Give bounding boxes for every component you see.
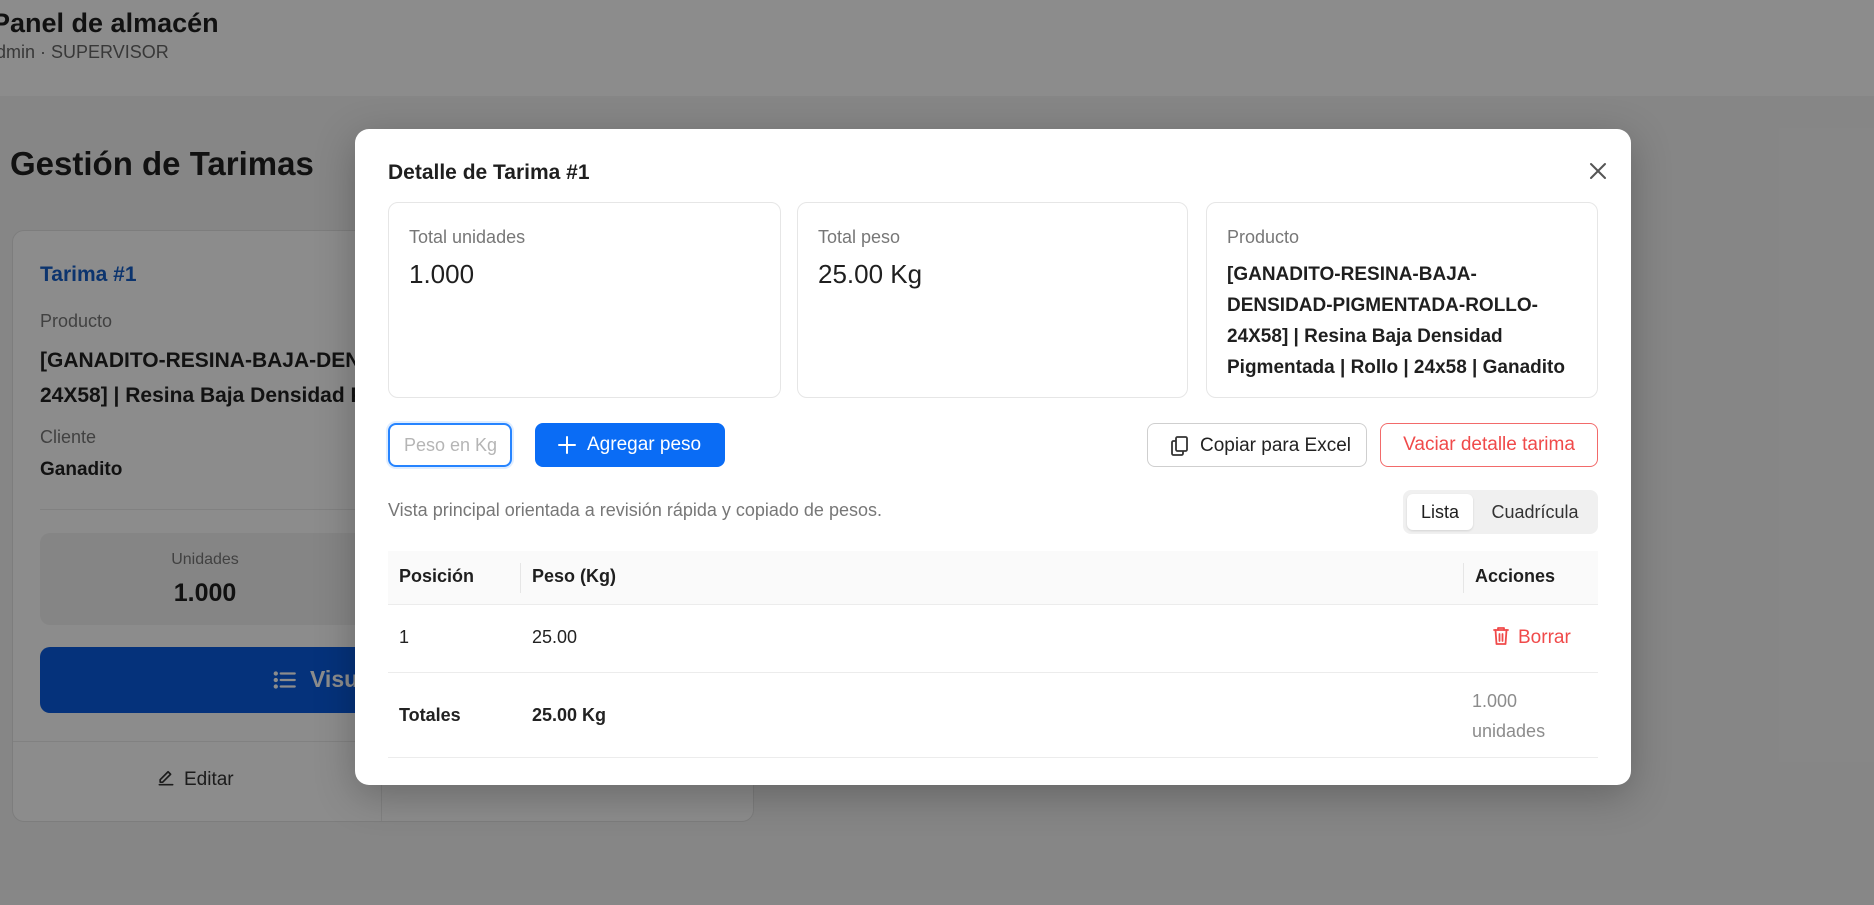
copy-icon	[1171, 436, 1188, 456]
modal-title: Detalle de Tarima #1	[388, 161, 590, 184]
product-box: Producto [GANADITO-RESINA-BAJA-DENSIDAD-…	[1206, 202, 1598, 398]
table-row: 1 25.00 Borrar	[388, 605, 1598, 673]
column-header-position: Posición	[399, 566, 475, 586]
modal-product-label: Producto	[1227, 227, 1300, 247]
copy-excel-button[interactable]: Copiar para Excel	[1147, 423, 1367, 467]
view-description: Vista principal orientada a revisión ráp…	[388, 500, 882, 520]
trash-icon	[1493, 627, 1509, 645]
total-weight-box: Total peso 25.00 Kg	[797, 202, 1188, 398]
view-option-list[interactable]: Lista	[1407, 494, 1473, 530]
column-header-actions: Acciones	[1475, 566, 1556, 586]
tarima-detail-modal: Detalle de Tarima #1 Total unidades 1.00…	[355, 129, 1631, 785]
row-delete-label: Borrar	[1518, 627, 1571, 648]
clear-detail-button[interactable]: Vaciar detalle tarima	[1380, 423, 1598, 467]
add-weight-label: Agregar peso	[587, 434, 702, 455]
weight-input[interactable]	[388, 423, 512, 467]
total-units-label: Total unidades	[409, 227, 526, 247]
totals-row: Totales 25.00 Kg 1.000 unidades	[388, 673, 1598, 758]
total-weight-value: 25.00 Kg	[818, 259, 923, 289]
copy-excel-label: Copiar para Excel	[1200, 435, 1352, 456]
add-weight-button[interactable]: Agregar peso	[535, 423, 725, 467]
view-option-grid[interactable]: Cuadrícula	[1475, 494, 1595, 530]
view-toggle: Lista Cuadrícula	[1403, 490, 1598, 534]
row-delete-button[interactable]: Borrar	[1492, 626, 1571, 649]
table-header: Posición Peso (Kg) Acciones	[388, 551, 1598, 605]
total-units-value: 1.000	[409, 259, 475, 289]
row-weight: 25.00	[532, 627, 578, 647]
totals-weight: 25.00 Kg	[532, 705, 607, 725]
total-units-box: Total unidades 1.000	[388, 202, 781, 398]
column-separator	[1463, 563, 1464, 593]
column-separator	[520, 563, 521, 593]
totals-units: 1.000 unidades	[1472, 691, 1546, 741]
totals-label: Totales	[399, 705, 461, 725]
column-header-weight: Peso (Kg)	[532, 566, 617, 586]
close-icon[interactable]	[1582, 155, 1614, 187]
total-weight-label: Total peso	[818, 227, 901, 247]
modal-product-value: [GANADITO-RESINA-BAJA-DENSIDAD-PIGMENTAD…	[1227, 264, 1565, 378]
plus-icon	[558, 436, 576, 454]
row-position: 1	[399, 627, 410, 647]
